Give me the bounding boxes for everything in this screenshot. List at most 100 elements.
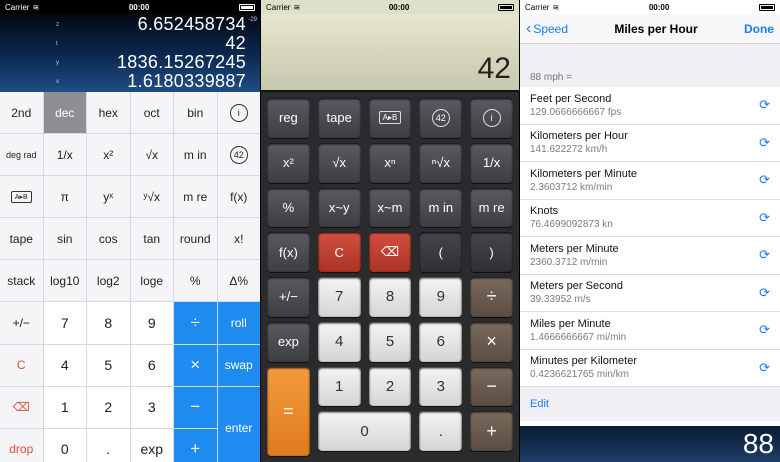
list-item[interactable]: Minutes per Kilometer 0.4236621765 min/km… [520, 350, 780, 387]
answer-key[interactable]: 42 [419, 98, 463, 138]
digit-3-key[interactable]: 3 [130, 386, 173, 428]
digit-0-key[interactable]: 0 [43, 428, 86, 462]
log10-key[interactable]: log10 [43, 260, 86, 302]
list-item[interactable]: Miles per Minute 1.4666666667 mi/min ⟳ [520, 312, 780, 350]
digit-5-key[interactable]: 5 [368, 321, 412, 362]
refresh-icon[interactable]: ⟳ [759, 360, 770, 376]
list-item[interactable]: Feet per Second 129.0666666667 fps ⟳ [520, 87, 780, 125]
digit-8-key[interactable]: 8 [87, 302, 130, 344]
digit-1-key[interactable]: 1 [317, 366, 361, 407]
digit-4-key[interactable]: 4 [317, 321, 361, 362]
factorial-key[interactable]: x! [217, 218, 260, 260]
second-function-key[interactable]: 2nd [0, 92, 43, 134]
refresh-icon[interactable]: ⟳ [759, 172, 770, 188]
reg-key[interactable]: reg [267, 98, 310, 138]
swap-xy-key[interactable]: x~y [317, 187, 361, 228]
info-key[interactable]: i [470, 98, 513, 138]
tan-key[interactable]: tan [130, 218, 173, 260]
sqrt-key[interactable]: √x [130, 134, 173, 176]
decimal-key[interactable]: . [419, 411, 463, 451]
close-paren-key[interactable]: ) [470, 232, 513, 272]
tape-key[interactable]: tape [0, 218, 43, 260]
swap-key[interactable]: swap [217, 344, 260, 386]
refresh-icon[interactable]: ⟳ [759, 285, 770, 301]
add-key[interactable]: + [174, 428, 217, 462]
digit-3-key[interactable]: 3 [419, 366, 463, 407]
digit-7-key[interactable]: 7 [317, 277, 361, 317]
dec-mode-key[interactable]: dec [43, 92, 86, 134]
refresh-icon[interactable]: ⟳ [759, 322, 770, 338]
digit-6-key[interactable]: 6 [419, 321, 463, 362]
roll-key[interactable]: roll [217, 302, 260, 344]
round-key[interactable]: round [174, 218, 217, 260]
refresh-icon[interactable]: ⟳ [759, 135, 770, 151]
digit-8-key[interactable]: 8 [368, 277, 412, 317]
reciprocal-key[interactable]: 1/x [470, 142, 513, 183]
root-key[interactable]: ʸ√x [130, 176, 173, 218]
divide-key[interactable]: ÷ [174, 302, 217, 344]
edit-button[interactable]: Edit [530, 398, 549, 410]
multiply-key[interactable]: × [174, 344, 217, 386]
clear-key[interactable]: C [0, 344, 43, 386]
percent-key[interactable]: % [174, 260, 217, 302]
percent-key[interactable]: % [267, 187, 310, 228]
done-button[interactable]: Done [744, 22, 774, 36]
digit-5-key[interactable]: 5 [87, 344, 130, 386]
exp-key[interactable]: exp [130, 428, 173, 462]
root-key[interactable]: ⁿ√x [419, 142, 463, 183]
digit-9-key[interactable]: 9 [419, 277, 463, 317]
info-key[interactable]: i [217, 92, 260, 134]
digit-4-key[interactable]: 4 [43, 344, 86, 386]
digit-0-key[interactable]: 0 [317, 411, 412, 451]
memory-in-key[interactable]: m in [174, 134, 217, 176]
multiply-key[interactable]: × [470, 321, 513, 362]
oct-mode-key[interactable]: oct [130, 92, 173, 134]
subtract-key[interactable]: − [174, 386, 217, 428]
decimal-key[interactable]: . [87, 428, 130, 462]
digit-1-key[interactable]: 1 [43, 386, 86, 428]
back-button[interactable]: ‹ Speed [526, 20, 568, 38]
function-key[interactable]: f(x) [267, 232, 310, 272]
refresh-icon[interactable]: ⟳ [759, 247, 770, 263]
deg-rad-key[interactable]: deg rad [0, 134, 43, 176]
refresh-icon[interactable]: ⟳ [759, 97, 770, 113]
digit-2-key[interactable]: 2 [368, 366, 412, 407]
divide-key[interactable]: ÷ [470, 277, 513, 317]
list-item[interactable]: Knots 76.4699092873 kn ⟳ [520, 200, 780, 237]
memory-in-key[interactable]: m in [419, 187, 463, 228]
ln-key[interactable]: loge [130, 260, 173, 302]
backspace-key[interactable]: ⌫ [0, 386, 43, 428]
sign-key[interactable]: +/− [267, 277, 310, 317]
a-to-b-key[interactable]: A▸B [368, 98, 412, 138]
answer-key[interactable]: 42 [217, 134, 260, 176]
digit-2-key[interactable]: 2 [87, 386, 130, 428]
digit-9-key[interactable]: 9 [130, 302, 173, 344]
list-item[interactable]: Kilometers per Minute 2.3603712 km/min ⟳ [520, 162, 780, 200]
sqrt-key[interactable]: √x [317, 142, 361, 183]
add-key[interactable]: + [470, 411, 513, 451]
pi-key[interactable]: π [43, 176, 86, 218]
exp-key[interactable]: exp [267, 321, 310, 362]
cos-key[interactable]: cos [87, 218, 130, 260]
swap-xm-key[interactable]: x~m [368, 187, 412, 228]
equals-key[interactable]: = [267, 366, 310, 456]
memory-recall-key[interactable]: m re [470, 187, 513, 228]
refresh-icon[interactable]: ⟳ [759, 210, 770, 226]
list-item[interactable]: Kilometers per Hour 141.622272 km/h ⟳ [520, 125, 780, 162]
a-to-b-key[interactable]: A▸B [0, 176, 43, 218]
power-key[interactable]: yˣ [87, 176, 130, 218]
reciprocal-key[interactable]: 1/x [43, 134, 86, 176]
stack-key[interactable]: stack [0, 260, 43, 302]
percent-change-key[interactable]: Δ% [217, 260, 260, 302]
digit-7-key[interactable]: 7 [43, 302, 86, 344]
sin-key[interactable]: sin [43, 218, 86, 260]
enter-key[interactable]: enter [217, 386, 260, 462]
drop-key[interactable]: drop [0, 428, 43, 462]
square-key[interactable]: x² [87, 134, 130, 176]
sign-key[interactable]: +/− [0, 302, 43, 344]
bin-mode-key[interactable]: bin [174, 92, 217, 134]
list-item[interactable]: Meters per Minute 2360.3712 m/min ⟳ [520, 237, 780, 275]
backspace-key[interactable]: ⌫ [368, 232, 412, 272]
power-key[interactable]: xⁿ [368, 142, 412, 183]
digit-6-key[interactable]: 6 [130, 344, 173, 386]
